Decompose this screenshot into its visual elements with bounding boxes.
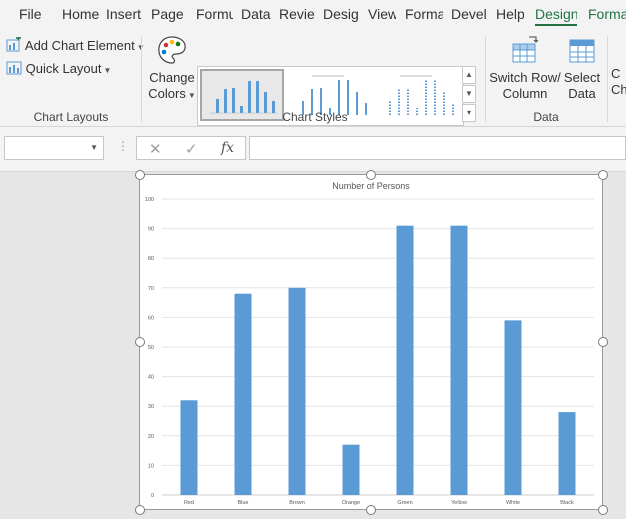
switch-row-column-label-1: Switch Row/ bbox=[489, 70, 561, 85]
tab-design-chart[interactable]: Design bbox=[535, 6, 577, 26]
quick-layout-icon bbox=[6, 61, 22, 75]
resize-handle-top-left[interactable] bbox=[135, 170, 145, 180]
x-tick-label: White bbox=[506, 500, 520, 506]
y-tick-label: 70 bbox=[148, 286, 154, 292]
ribbon-divider bbox=[607, 36, 608, 122]
y-tick-label: 90 bbox=[148, 227, 154, 233]
tab-help[interactable]: Help bbox=[496, 6, 524, 22]
tab-page-layout[interactable]: Page L bbox=[151, 6, 188, 22]
x-tick-label: Blue bbox=[237, 500, 248, 506]
tab-home[interactable]: Home bbox=[62, 6, 100, 22]
y-tick-label: 0 bbox=[151, 493, 154, 499]
resize-handle-right[interactable] bbox=[598, 337, 608, 347]
change-colors-label-2: Colors bbox=[148, 86, 186, 101]
change-colors-button[interactable]: Change Colors ▼ bbox=[148, 34, 196, 104]
bar bbox=[558, 412, 576, 495]
ribbon-divider bbox=[485, 36, 486, 122]
gallery-down-button[interactable]: ▼ bbox=[462, 85, 476, 103]
resize-handle-bottom-left[interactable] bbox=[135, 505, 145, 515]
add-chart-element-label: Add Chart Element bbox=[24, 38, 135, 53]
formula-buttons: ✕ ✓ fx bbox=[136, 136, 246, 160]
select-data-label-1: Select bbox=[563, 70, 601, 85]
select-data-button[interactable]: Select Data bbox=[563, 34, 601, 102]
x-tick-label: Orange bbox=[342, 500, 360, 506]
y-tick-label: 60 bbox=[148, 315, 154, 321]
resize-handle-top-right[interactable] bbox=[598, 170, 608, 180]
tab-view[interactable]: View bbox=[368, 6, 396, 22]
group-label-data: Data bbox=[533, 110, 559, 124]
cancel-icon[interactable]: ✕ bbox=[149, 140, 162, 158]
y-tick-label: 50 bbox=[148, 345, 154, 351]
tab-review[interactable]: Review bbox=[279, 6, 315, 22]
resize-handle-top[interactable] bbox=[366, 170, 376, 180]
enter-check-icon[interactable]: ✓ bbox=[185, 140, 198, 158]
gallery-scroll: ▲ ▼ ▾ bbox=[462, 66, 476, 124]
chevron-down-icon: ▼ bbox=[187, 91, 196, 100]
tab-file[interactable]: File bbox=[19, 6, 41, 22]
bar bbox=[234, 293, 252, 495]
palette-icon bbox=[158, 36, 186, 64]
resize-handle-bottom-right[interactable] bbox=[598, 505, 608, 515]
x-tick-label: Brown bbox=[289, 500, 305, 506]
y-tick-label: 20 bbox=[148, 434, 154, 440]
y-tick-label: 80 bbox=[148, 256, 154, 262]
x-tick-label: Yellow bbox=[451, 500, 467, 506]
insert-function-icon[interactable]: fx bbox=[221, 140, 234, 156]
bar-chart: Number of Persons 0 10 20 30 40 50 60 70 80 90 100 R… bbox=[145, 181, 594, 506]
group-label-chart-layouts: Chart Layouts bbox=[33, 110, 109, 124]
chart-style-thumb-3[interactable] bbox=[376, 69, 460, 121]
gallery-up-button[interactable]: ▲ bbox=[462, 66, 476, 84]
x-tick-label: Green bbox=[397, 500, 412, 506]
x-tick-label: Black bbox=[560, 500, 574, 506]
add-chart-element-button[interactable]: Add Chart Element▼ bbox=[6, 35, 145, 53]
y-tick-label: 100 bbox=[145, 197, 154, 203]
tab-developer[interactable]: Develo bbox=[451, 6, 487, 22]
tab-formulas[interactable]: Formu bbox=[196, 6, 233, 22]
more-options-icon[interactable]: ⋮ bbox=[117, 139, 129, 153]
ribbon: Add Chart Element▼ Quick Layout▼ Chart L… bbox=[0, 30, 626, 127]
change-chart-type-button[interactable]: C Ch bbox=[611, 34, 626, 98]
y-tick-label: 30 bbox=[148, 404, 154, 410]
bar bbox=[396, 225, 414, 495]
tab-format-chart[interactable]: Format bbox=[588, 6, 626, 22]
chevron-down-icon: ▼ bbox=[103, 66, 112, 75]
resize-handle-bottom[interactable] bbox=[366, 505, 376, 515]
change-chart-type-label-1: C bbox=[611, 66, 621, 81]
switch-row-column-button[interactable]: Switch Row/ Column bbox=[489, 34, 561, 102]
tab-format-1[interactable]: Forma bbox=[405, 6, 443, 22]
y-tick-label: 40 bbox=[148, 375, 154, 381]
bar bbox=[180, 400, 198, 495]
switch-row-column-label-2: Column bbox=[502, 86, 548, 101]
bar bbox=[342, 444, 360, 495]
quick-layout-button[interactable]: Quick Layout ▼ bbox=[6, 60, 111, 76]
ribbon-tabs: File Home Insert Page L Formu Data Revie… bbox=[0, 0, 626, 30]
chart-object[interactable]: Number of Persons 0 10 20 30 40 50 60 70 80 90 100 R… bbox=[139, 174, 603, 510]
y-tick-label: 10 bbox=[148, 463, 154, 469]
change-colors-label-1: Change bbox=[149, 70, 195, 85]
change-chart-type-label-2: Ch bbox=[611, 82, 626, 97]
ribbon-divider bbox=[141, 36, 142, 122]
select-data-icon bbox=[569, 39, 595, 63]
tab-design-1[interactable]: Design bbox=[323, 6, 359, 22]
formula-input[interactable] bbox=[249, 136, 626, 160]
formula-bar-area: ▼ ⋮ ✕ ✓ fx bbox=[0, 127, 626, 172]
name-box[interactable]: ▼ bbox=[4, 136, 104, 160]
add-chart-element-icon bbox=[6, 35, 21, 52]
tab-data[interactable]: Data bbox=[241, 6, 271, 22]
switch-row-column-icon bbox=[512, 36, 539, 63]
quick-layout-label: Quick Layout bbox=[25, 61, 102, 76]
select-data-label-2: Data bbox=[568, 86, 596, 101]
x-tick-label: Red bbox=[184, 500, 194, 506]
gallery-more-button[interactable]: ▾ bbox=[462, 104, 476, 122]
bar bbox=[504, 320, 522, 495]
chart-title: Number of Persons bbox=[332, 181, 410, 191]
group-label-chart-styles: Chart Styles bbox=[282, 110, 348, 124]
bar bbox=[450, 225, 468, 495]
tab-insert[interactable]: Insert bbox=[106, 6, 141, 22]
resize-handle-left[interactable] bbox=[135, 337, 145, 347]
bar bbox=[288, 287, 306, 495]
chart-style-preview-3 bbox=[389, 75, 454, 115]
chevron-down-icon[interactable]: ▼ bbox=[90, 143, 98, 152]
